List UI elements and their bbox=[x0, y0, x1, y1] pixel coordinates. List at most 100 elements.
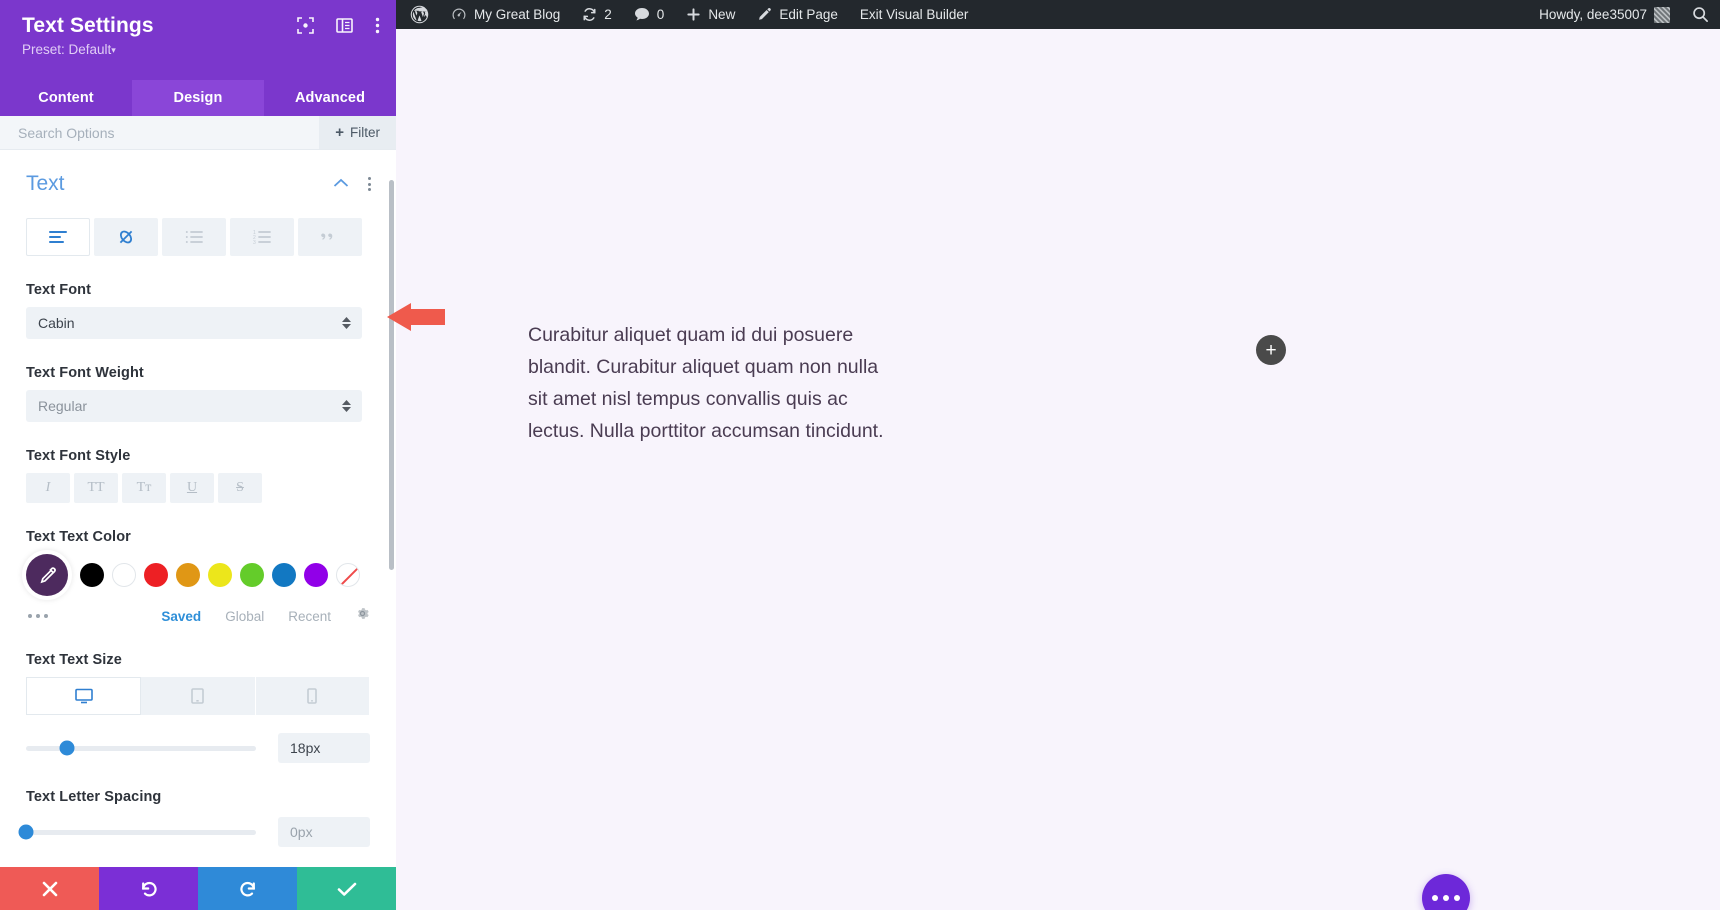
chevron-up-icon[interactable] bbox=[333, 175, 349, 193]
account-menu-item[interactable]: Howdy, dee35007 bbox=[1525, 0, 1681, 29]
underline-glyph: U bbox=[186, 480, 198, 495]
swatch-green[interactable] bbox=[240, 563, 264, 587]
section-title: Text bbox=[26, 172, 65, 195]
search-input[interactable] bbox=[0, 116, 320, 149]
save-button[interactable] bbox=[297, 867, 396, 910]
swatch-transparent[interactable] bbox=[336, 563, 360, 587]
redo-button[interactable] bbox=[198, 867, 297, 910]
color-tab-global[interactable]: Global bbox=[225, 609, 264, 624]
site-name-item[interactable]: My Great Blog bbox=[440, 0, 571, 29]
exit-visual-builder-label: Exit Visual Builder bbox=[859, 7, 969, 22]
italic-glyph: I bbox=[45, 480, 51, 495]
text-font-style-label: Text Font Style bbox=[26, 448, 131, 464]
swatch-black[interactable] bbox=[80, 563, 104, 587]
new-label: New bbox=[708, 7, 736, 22]
color-swatch-row bbox=[26, 554, 370, 596]
text-size-slider[interactable] bbox=[26, 740, 256, 756]
panel-scroll-area: Text 1 2 3 Text Font Cabin Text Font Wei… bbox=[0, 150, 396, 910]
letter-spacing-slider[interactable] bbox=[18, 824, 256, 840]
strikethrough-glyph: S bbox=[236, 480, 244, 495]
swatch-white[interactable] bbox=[112, 563, 136, 587]
edit-page-item[interactable]: Edit Page bbox=[746, 0, 849, 29]
swatch-blue[interactable] bbox=[272, 563, 296, 587]
new-item[interactable]: New bbox=[675, 0, 746, 29]
focus-icon[interactable] bbox=[297, 17, 314, 34]
page-canvas: Curabitur aliquet quam id dui posuere bl… bbox=[396, 29, 1720, 910]
text-size-slider-row: 18px bbox=[26, 733, 370, 763]
select-arrows-icon bbox=[342, 317, 351, 329]
text-text-color-label: Text Text Color bbox=[26, 529, 131, 545]
filter-button[interactable]: + Filter bbox=[319, 116, 396, 149]
swatch-orange[interactable] bbox=[176, 563, 200, 587]
text-letter-spacing-label: Text Letter Spacing bbox=[26, 789, 162, 805]
text-font-select[interactable]: Cabin bbox=[26, 307, 362, 339]
text-size-slider-knob[interactable] bbox=[59, 740, 75, 756]
cancel-button[interactable] bbox=[0, 867, 99, 910]
smallcaps-button[interactable]: Tт bbox=[122, 473, 166, 503]
align-left-icon[interactable] bbox=[26, 218, 90, 256]
italic-button[interactable]: I bbox=[26, 473, 70, 503]
design-fields: Text Font Cabin Text Font Weight Regular bbox=[0, 282, 396, 889]
tab-advanced[interactable]: Advanced bbox=[264, 80, 396, 116]
gear-icon[interactable] bbox=[355, 606, 370, 626]
exit-visual-builder-item[interactable]: Exit Visual Builder bbox=[849, 0, 980, 29]
link-off-icon[interactable] bbox=[94, 218, 158, 256]
text-module-content[interactable]: Curabitur aliquet quam id dui posuere bl… bbox=[528, 319, 898, 447]
letter-spacing-slider-row: 0px bbox=[18, 817, 370, 847]
panel-preset-selector[interactable]: Preset: Default▾ bbox=[22, 42, 376, 57]
preset-label: Preset: Default bbox=[22, 42, 112, 57]
updates-item[interactable]: 2 bbox=[571, 0, 623, 29]
text-text-size-label: Text Text Size bbox=[26, 652, 122, 668]
section-menu-icon[interactable] bbox=[365, 174, 374, 194]
letter-spacing-value[interactable]: 0px bbox=[278, 817, 370, 847]
text-section-header: Text bbox=[0, 150, 396, 196]
text-size-value[interactable]: 18px bbox=[278, 733, 370, 763]
comments-item[interactable]: 0 bbox=[623, 0, 676, 29]
eyedropper-swatch-button[interactable] bbox=[26, 554, 68, 596]
more-dots-icon bbox=[1454, 895, 1460, 901]
plus-icon: + bbox=[335, 124, 344, 141]
filter-label: Filter bbox=[350, 125, 380, 140]
text-font-weight-select[interactable]: Regular bbox=[26, 390, 362, 422]
ordered-list-icon[interactable]: 1 2 3 bbox=[230, 218, 294, 256]
select-arrows-icon bbox=[342, 400, 351, 412]
wp-admin-bar: My Great Blog 2 0 New Edit Page Exit Vis… bbox=[396, 0, 1720, 29]
format-toolbar: 1 2 3 bbox=[0, 218, 396, 256]
letter-spacing-slider-knob[interactable] bbox=[18, 824, 34, 840]
chevron-down-icon: ▾ bbox=[111, 45, 116, 55]
comments-count: 0 bbox=[656, 7, 665, 22]
text-font-weight-label: Text Font Weight bbox=[26, 365, 144, 381]
tablet-icon[interactable] bbox=[141, 677, 256, 715]
text-font-weight-value: Regular bbox=[38, 398, 88, 414]
swatch-red[interactable] bbox=[144, 563, 168, 587]
search-icon[interactable] bbox=[1681, 0, 1720, 29]
kebab-menu-icon[interactable] bbox=[375, 17, 380, 34]
responsive-device-row bbox=[26, 677, 370, 715]
more-dots-icon bbox=[1443, 895, 1449, 901]
panel-scrollbar[interactable] bbox=[389, 180, 394, 570]
swatch-purple[interactable] bbox=[304, 563, 328, 587]
wordpress-logo-icon[interactable] bbox=[396, 0, 440, 29]
strikethrough-button[interactable]: S bbox=[218, 473, 262, 503]
builder-fab-button[interactable] bbox=[1422, 874, 1470, 910]
swatch-yellow[interactable] bbox=[208, 563, 232, 587]
avatar bbox=[1654, 6, 1670, 23]
layout-toggle-icon[interactable] bbox=[336, 18, 353, 33]
search-row: + Filter bbox=[0, 116, 396, 150]
blockquote-icon[interactable] bbox=[298, 218, 362, 256]
undo-button[interactable] bbox=[99, 867, 198, 910]
color-tab-saved[interactable]: Saved bbox=[161, 609, 201, 624]
add-module-button[interactable]: + bbox=[1256, 335, 1286, 365]
tab-content[interactable]: Content bbox=[0, 80, 132, 116]
color-tab-recent[interactable]: Recent bbox=[288, 609, 331, 624]
more-dots-icon[interactable] bbox=[28, 614, 48, 618]
unordered-list-icon[interactable] bbox=[162, 218, 226, 256]
edit-page-label: Edit Page bbox=[779, 7, 838, 22]
underline-button[interactable]: U bbox=[170, 473, 214, 503]
tab-design[interactable]: Design bbox=[132, 80, 264, 116]
panel-header: Text Settings Preset: Default▾ bbox=[0, 0, 396, 80]
panel-tabs: Content Design Advanced bbox=[0, 80, 396, 116]
phone-icon[interactable] bbox=[255, 677, 370, 715]
uppercase-button[interactable]: TT bbox=[74, 473, 118, 503]
desktop-icon[interactable] bbox=[26, 677, 142, 715]
